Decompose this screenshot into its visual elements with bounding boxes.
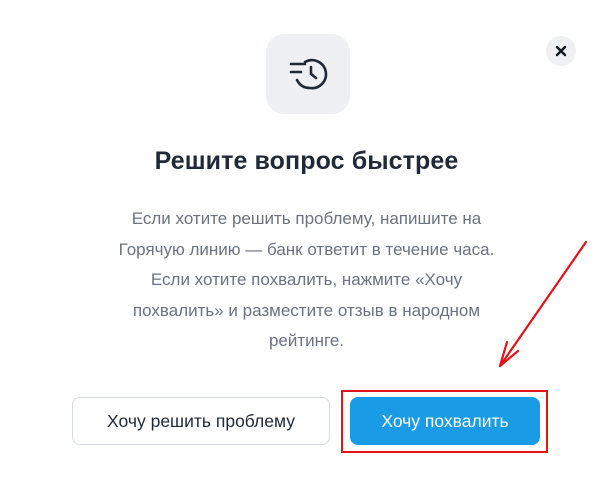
clock-history-icon: [289, 58, 328, 90]
report-problem-button[interactable]: Хочу решить проблему: [72, 397, 330, 445]
description-line: Горячую линию — банк ответит в течение ч…: [118, 239, 495, 259]
icon-tile: [266, 34, 350, 114]
description-line: Если хотите похвалить, нажмите «Хочу: [150, 270, 463, 289]
description-line: Если хотите решить проблему, напишите на: [131, 209, 482, 228]
close-icon: [555, 45, 567, 57]
dialog-title: Решите вопрос быстрее: [154, 147, 459, 175]
feedback-dialog: Решите вопрос быстрее Если хотите решить…: [0, 0, 613, 480]
close-button[interactable]: [546, 36, 576, 66]
description-line: похвалить» и разместите отзыв в народном: [132, 300, 481, 320]
praise-button[interactable]: Хочу похвалить: [350, 397, 540, 445]
description-line: рейтинге.: [268, 331, 345, 350]
dialog-description: Если хотите решить проблему, напишите на…: [80, 204, 533, 357]
